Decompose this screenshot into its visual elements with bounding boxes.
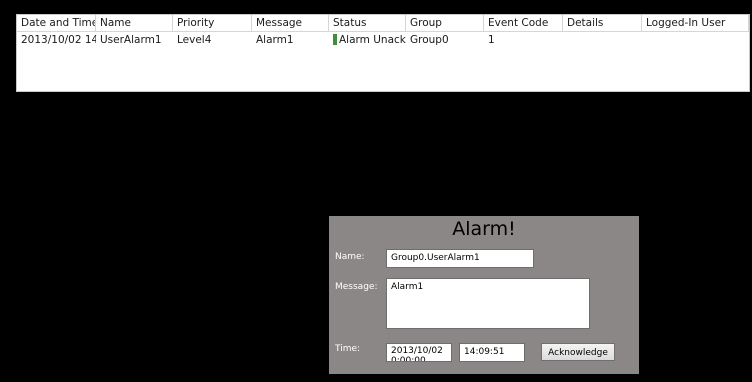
alarm-dialog: Alarm! Name: Group0.UserAlarm1 Message: … xyxy=(329,216,639,374)
dialog-title: Alarm! xyxy=(452,218,516,240)
column-header-priority[interactable]: Priority xyxy=(173,15,252,32)
message-label: Message: xyxy=(335,282,378,292)
cell-name: UserAlarm1 xyxy=(100,34,162,46)
name-field[interactable]: Group0.UserAlarm1 xyxy=(386,249,534,268)
cell-details xyxy=(563,32,642,49)
time-field[interactable]: 14:09:51 xyxy=(459,343,525,362)
column-header-date-time[interactable]: Date and Time xyxy=(17,15,96,32)
column-header-status[interactable]: Status xyxy=(329,15,406,32)
cell-date-time: 2013/10/02 14:0 xyxy=(21,34,96,46)
date-field[interactable]: 2013/10/02 0:00:00 xyxy=(386,343,452,362)
column-header-logged-in-user[interactable]: Logged-In User xyxy=(642,15,749,32)
column-header-event-code[interactable]: Event Code xyxy=(484,15,563,32)
acknowledge-button[interactable]: Acknowledge xyxy=(541,343,615,361)
time-label: Time: xyxy=(335,344,361,354)
cell-priority: Level4 xyxy=(177,34,212,46)
cell-status-text: Alarm Unacknc xyxy=(339,34,406,46)
status-indicator-icon xyxy=(333,34,337,45)
cell-message: Alarm1 xyxy=(256,34,294,46)
column-header-name[interactable]: Name xyxy=(96,15,173,32)
column-header-group[interactable]: Group xyxy=(406,15,484,32)
cell-status: Alarm Unacknc xyxy=(329,32,406,49)
alarm-list-table[interactable]: Date and Time Name Priority Message Stat… xyxy=(16,14,750,92)
name-label: Name: xyxy=(335,252,365,262)
column-header-details[interactable]: Details xyxy=(563,15,642,32)
cell-event-code: 1 xyxy=(488,34,495,46)
message-field[interactable]: Alarm1 xyxy=(386,278,590,329)
table-header-row: Date and Time Name Priority Message Stat… xyxy=(17,15,749,32)
table-row[interactable]: 2013/10/02 14:0 UserAlarm1 Level4 Alarm1… xyxy=(17,32,749,49)
column-header-message[interactable]: Message xyxy=(252,15,329,32)
cell-logged-in-user xyxy=(642,32,749,49)
cell-group: Group0 xyxy=(410,34,449,46)
